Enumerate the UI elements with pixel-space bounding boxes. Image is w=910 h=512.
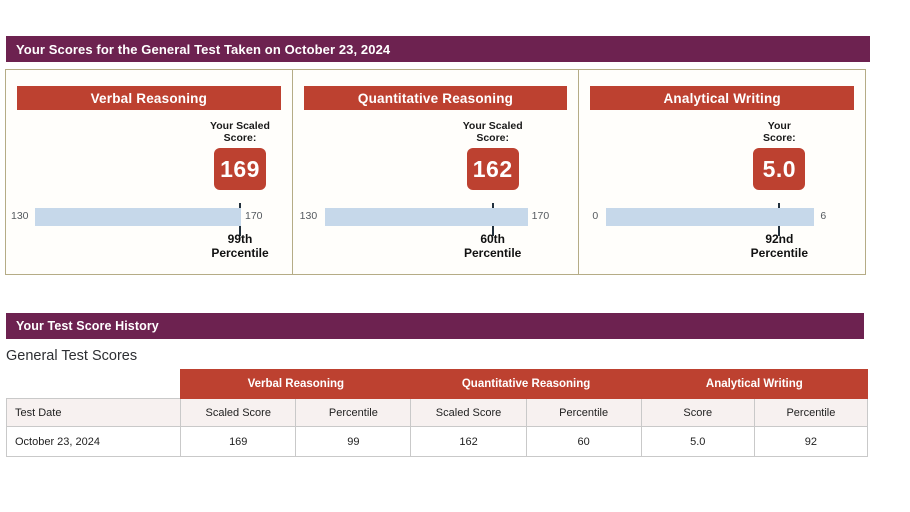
percentile-analytical: 92nd Percentile xyxy=(750,232,809,260)
card-title-quantitative-reasoning: Quantitative Reasoning xyxy=(303,86,568,110)
percentile-verbal: 99th Percentile xyxy=(211,232,269,260)
group-header-quantitative-reasoning: Quantitative Reasoning xyxy=(410,369,642,399)
scale-max-quantitative: 170 xyxy=(531,210,550,222)
score-callout-analytical: Your Score: 5.0 xyxy=(719,120,839,190)
scale-max-verbal: 170 xyxy=(245,210,263,222)
score-scale-quantitative: 130 170 xyxy=(293,208,579,226)
table-corner-spacer xyxy=(6,369,181,399)
history-banner-title: Your Test Score History xyxy=(16,319,159,333)
score-card-analytical-writing: Analytical Writing Your Score: 5.0 0 6 9… xyxy=(578,70,865,274)
scale-max-analytical: 6 xyxy=(820,210,827,222)
score-scale-analytical: 0 6 xyxy=(579,208,865,226)
score-scale-verbal: 130 170 xyxy=(6,208,292,226)
scores-banner-title: Your Scores for the General Test Taken o… xyxy=(16,41,391,57)
score-card-quantitative-reasoning: Quantitative Reasoning Your Scaled Score… xyxy=(291,70,579,274)
column-header-analytical-percentile: Percentile xyxy=(753,398,869,427)
score-card-verbal-reasoning: Verbal Reasoning Your Scaled Score: 169 … xyxy=(6,70,292,274)
general-test-scores-title: General Test Scores xyxy=(6,348,138,364)
score-value-verbal: 169 xyxy=(214,148,266,190)
group-header-verbal-reasoning: Verbal Reasoning xyxy=(180,369,412,399)
column-header-quantitative-percentile: Percentile xyxy=(525,398,642,427)
scale-bar-analytical xyxy=(606,208,815,226)
score-callout-quantitative: Your Scaled Score: 162 xyxy=(433,120,553,190)
scale-min-quantitative: 130 xyxy=(299,210,318,222)
table-sub-header-row: Test Date Scaled Score Percentile Scaled… xyxy=(5,398,869,427)
score-value-quantitative: 162 xyxy=(466,148,519,190)
history-section-banner: Your Test Score History xyxy=(6,313,864,339)
percentile-quantitative: 60th Percentile xyxy=(463,232,522,260)
column-header-verbal-scaled-score: Scaled Score xyxy=(180,398,297,427)
table-row: October 23, 2024 169 99 162 60 5.0 92 xyxy=(5,426,869,457)
column-header-quantitative-scaled-score: Scaled Score xyxy=(410,398,527,427)
column-header-analytical-score: Score xyxy=(640,398,755,427)
cell-analytical-score: 5.0 xyxy=(640,426,755,457)
scale-bar-quantitative xyxy=(324,208,528,226)
score-cards-container: Verbal Reasoning Your Scaled Score: 169 … xyxy=(5,69,866,275)
column-header-verbal-percentile: Percentile xyxy=(295,398,412,427)
test-score-history-table: Verbal Reasoning Quantitative Reasoning … xyxy=(5,369,869,457)
score-callout-label-quantitative: Your Scaled Score: xyxy=(462,120,523,144)
scale-bar-verbal xyxy=(35,208,241,226)
cell-quantitative-percentile: 60 xyxy=(525,426,642,457)
score-callout-label-verbal: Your Scaled Score: xyxy=(210,120,270,144)
cell-verbal-scaled-score: 169 xyxy=(180,426,297,457)
score-callout-verbal: Your Scaled Score: 169 xyxy=(180,120,300,190)
cell-verbal-percentile: 99 xyxy=(295,426,412,457)
scale-min-analytical: 0 xyxy=(592,210,599,222)
group-header-analytical-writing: Analytical Writing xyxy=(640,369,869,399)
scale-min-verbal: 130 xyxy=(11,210,29,222)
column-header-test-date: Test Date xyxy=(5,398,182,427)
card-title-analytical-writing: Analytical Writing xyxy=(590,86,855,110)
card-title-verbal-reasoning: Verbal Reasoning xyxy=(17,86,281,110)
score-callout-label-analytical: Your Score: xyxy=(763,120,796,144)
cell-analytical-percentile: 92 xyxy=(753,426,869,457)
cell-quantitative-scaled-score: 162 xyxy=(410,426,527,457)
score-value-analytical: 5.0 xyxy=(753,148,806,190)
scores-section-banner: Your Scores for the General Test Taken o… xyxy=(6,36,870,62)
table-group-header-row: Verbal Reasoning Quantitative Reasoning … xyxy=(6,369,869,399)
cell-test-date: October 23, 2024 xyxy=(5,426,182,457)
